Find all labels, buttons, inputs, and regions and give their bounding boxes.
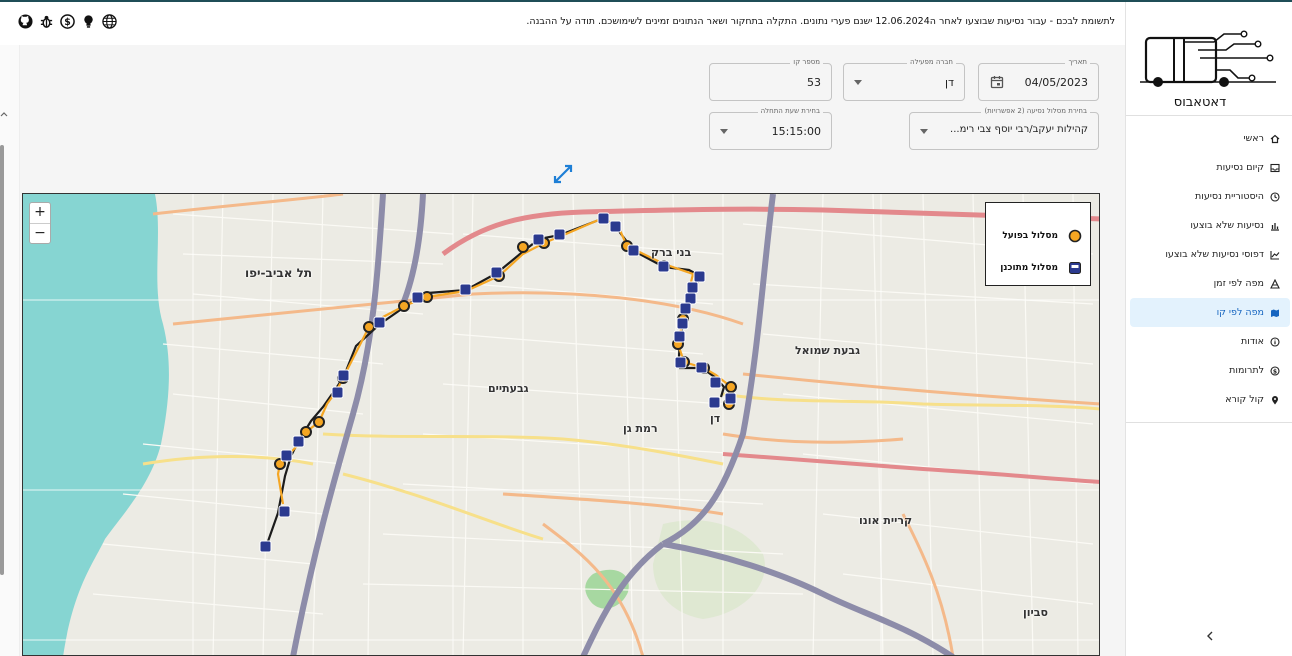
map-legend: מסלול בפועל מסלול מתוכנן	[985, 202, 1091, 286]
sidebar-item-history[interactable]: היסטוריית נסיעות	[1130, 182, 1290, 211]
sidebar-item-map-by-time[interactable]: מפה לפי זמן	[1130, 269, 1290, 298]
sidebar-item-map-by-line[interactable]: מפה לפי קו	[1130, 298, 1290, 327]
expand-icon[interactable]	[552, 163, 574, 185]
calendar-icon[interactable]	[990, 75, 1004, 89]
home-icon	[1270, 134, 1280, 143]
operator-select[interactable]: חברה מפעילה דן	[843, 58, 965, 101]
globe-icon[interactable]	[102, 14, 117, 29]
sidebar-item-donate[interactable]: לתרומות $	[1130, 356, 1290, 385]
donate-icon: $	[1270, 365, 1280, 376]
start-time-label: בחירת שעת התחלה	[757, 107, 823, 115]
sidebar-item-label: קול קורא	[1225, 394, 1264, 405]
bus-stop-icon	[1069, 262, 1081, 274]
scrollbar-track[interactable]	[0, 45, 20, 656]
map-grid	[23, 194, 1099, 655]
svg-text:$: $	[1273, 368, 1277, 375]
railway	[722, 452, 1099, 484]
bar-chart-icon	[1271, 222, 1279, 231]
sidebar: דאטאבוס ראשי קיום נסיעות היסטוריית נסיעו…	[1125, 2, 1292, 656]
route-label: בחירת מסלול נסיעה (2 אפשרויות)	[981, 107, 1090, 115]
legend-row-planned: מסלול מתוכנן	[1000, 261, 1082, 275]
notice-message: לתשומת לבכם - עבור נסיעות שבוצעו לאחר ה1…	[526, 16, 1115, 27]
line-number-value: 53	[807, 76, 821, 89]
lightbulb-icon[interactable]	[81, 14, 96, 29]
place-label: גבעת שמואל	[795, 344, 861, 357]
date-label: תאריך	[1065, 58, 1090, 66]
place-label: רמת גן	[623, 422, 658, 435]
top-icons: $	[18, 14, 117, 29]
sidebar-menu: ראשי קיום נסיעות היסטוריית נסיעות נסיעות…	[1130, 124, 1290, 414]
chevron-down-icon	[720, 129, 728, 134]
place-label: תל אביב-יפו	[245, 266, 313, 280]
start-time-value: 15:15:00	[771, 125, 821, 138]
inbox-icon	[1270, 163, 1280, 172]
info-icon	[1270, 336, 1280, 347]
actual-stop-icon	[1068, 229, 1082, 243]
sidebar-item-label: קיום נסיעות	[1216, 162, 1264, 173]
sidebar-item-label: ראשי	[1243, 133, 1264, 144]
zoom-out-button[interactable]: −	[30, 223, 50, 243]
dollar-icon[interactable]: $	[60, 14, 75, 29]
zoom-control: + −	[29, 202, 51, 244]
sidebar-item-trips-exist[interactable]: קיום נסיעות	[1130, 153, 1290, 182]
sidebar-item-label: אודות	[1241, 336, 1264, 347]
map-icon	[1271, 309, 1279, 317]
place-label: גבעתיים	[488, 382, 529, 395]
place-label: סביון	[1023, 606, 1048, 619]
operator-label: חברה מפעילה	[907, 58, 956, 66]
date-value: 04/05/2023	[1024, 76, 1088, 89]
line-number-label: מספר קו	[790, 58, 823, 66]
legend-planned-label: מסלול מתוכנן	[1000, 263, 1058, 273]
operator-value: דן	[944, 76, 954, 89]
app-window: $ לתשומת לבכם - עבור נסיעות שבוצעו לאחר …	[0, 0, 1292, 656]
sidebar-item-label: נסיעות שלא בוצעו	[1190, 220, 1264, 231]
sea-area	[23, 194, 169, 655]
line-number-input[interactable]: מספר קו 53	[709, 58, 832, 101]
sidebar-item-home[interactable]: ראשי	[1130, 124, 1290, 153]
chevron-left-icon[interactable]	[1204, 630, 1216, 642]
scrollbar-thumb[interactable]	[0, 145, 4, 575]
map-tiles[interactable]	[23, 194, 1100, 656]
start-time-select[interactable]: בחירת שעת התחלה 15:15:00	[709, 107, 832, 150]
line-chart-icon	[1270, 250, 1280, 260]
date-field[interactable]: תאריך 04/05/2023	[978, 58, 1099, 101]
sidebar-divider	[1126, 115, 1292, 116]
sidebar-item-call[interactable]: קול קורא	[1130, 385, 1290, 414]
place-label: בני ברק	[651, 246, 692, 259]
legend-row-actual: מסלול בפועל	[1002, 229, 1082, 243]
route-select[interactable]: בחירת מסלול נסיעה (2 אפשרויות) קהילות יע…	[909, 107, 1099, 150]
sidebar-item-missed-patterns[interactable]: דפוסי נסיעות שלא בוצעו	[1130, 240, 1290, 269]
place-label: דן	[710, 412, 721, 425]
chevron-down-icon	[854, 80, 862, 85]
github-icon[interactable]	[18, 14, 33, 29]
logo-text: דאטאבוס	[1174, 95, 1226, 110]
bug-icon[interactable]	[39, 14, 54, 29]
sidebar-item-about[interactable]: אודות	[1130, 327, 1290, 356]
place-label: קריית אונו	[859, 514, 913, 527]
legend-actual-label: מסלול בפועל	[1002, 231, 1058, 241]
svg-text:$: $	[64, 17, 71, 28]
pin-icon	[1272, 395, 1278, 404]
route-map[interactable]: תל אביב-יפו בני ברק גבעתיים רמת גן גבעת …	[22, 193, 1100, 656]
route-value: קהילות יעקב/רבי יוסף צבי רימ...	[950, 124, 1088, 135]
scroll-up-icon[interactable]	[0, 110, 8, 118]
sidebar-item-label: מפה לפי זמן	[1213, 278, 1264, 289]
chevron-down-icon	[920, 129, 928, 134]
sidebar-item-label: היסטוריית נסיעות	[1195, 191, 1264, 202]
sidebar-item-missed-trips[interactable]: נסיעות שלא בוצעו	[1130, 211, 1290, 240]
databus-logo: דאטאבוס	[1140, 30, 1276, 110]
sidebar-item-label: לתרומות	[1229, 365, 1264, 376]
sidebar-item-label: מפה לפי קו	[1216, 307, 1264, 318]
sidebar-item-label: דפוסי נסיעות שלא בוצעו	[1165, 249, 1264, 260]
green-area	[653, 520, 765, 619]
sidebar-divider	[1126, 422, 1292, 423]
radar-icon	[1270, 278, 1280, 289]
history-icon	[1270, 191, 1280, 202]
zoom-in-button[interactable]: +	[30, 203, 50, 223]
top-bar: $ לתשומת לבכם - עבור נסיעות שבוצעו לאחר …	[0, 2, 1125, 45]
